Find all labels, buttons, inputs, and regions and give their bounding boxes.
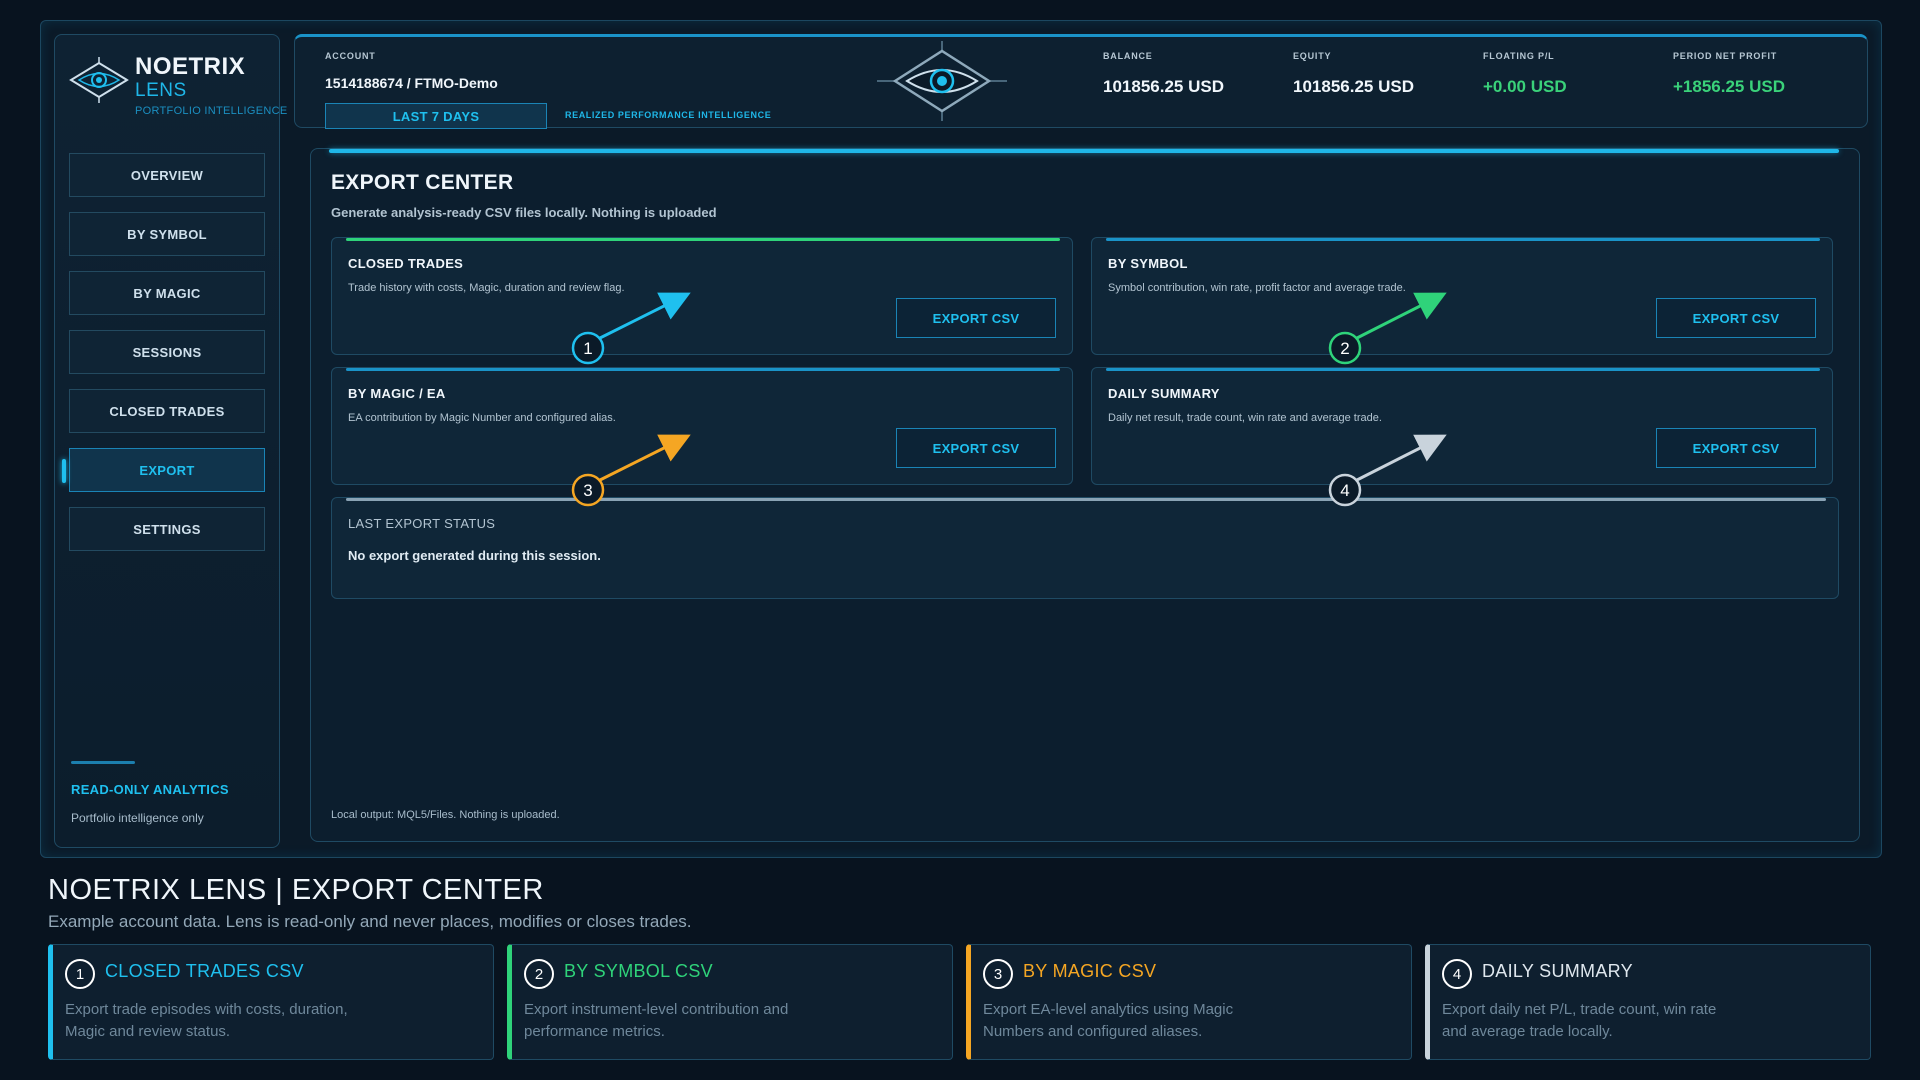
brand-tagline: PORTFOLIO INTELLIGENCE xyxy=(135,105,288,117)
sidebar-item-by-symbol[interactable]: BY SYMBOL xyxy=(69,212,265,256)
brand-subtitle: LENS xyxy=(135,80,187,101)
status-title: LAST EXPORT STATUS xyxy=(348,516,496,531)
card-description: Trade history with costs, Magic, duratio… xyxy=(348,282,625,294)
sidebar-item-export[interactable]: EXPORT xyxy=(62,448,265,492)
account-header: ACCOUNT 1514188674 / FTMO-Demo LAST 7 DA… xyxy=(294,34,1868,129)
legend-number-4: 4 xyxy=(1442,959,1472,989)
legend-card-daily-summary: 4 DAILY SUMMARY Export daily net P/L, tr… xyxy=(1425,944,1871,1060)
eye-logo-icon xyxy=(69,57,129,103)
legend-number-1: 1 xyxy=(65,959,95,989)
card-title: DAILY SUMMARY xyxy=(1108,386,1220,401)
caption-title: NOETRIX LENS | EXPORT CENTER xyxy=(48,874,544,906)
period-net-profit-value: +1856.25 USD xyxy=(1673,77,1785,96)
by-magic-card: BY MAGIC / EA EA contribution by Magic N… xyxy=(331,367,1073,485)
brand-title: NOETRIX xyxy=(135,53,246,80)
sidebar-item-closed-trades[interactable]: CLOSED TRADES xyxy=(69,389,265,433)
page-title: EXPORT CENTER xyxy=(331,171,514,194)
period-net-profit-label: PERIOD NET PROFIT xyxy=(1673,51,1778,61)
card-title: BY SYMBOL xyxy=(1108,256,1188,271)
export-closed-trades-button[interactable]: EXPORT CSV xyxy=(896,298,1056,338)
export-center-panel: EXPORT CENTER Generate analysis-ready CS… xyxy=(310,148,1860,842)
legend-card-by-magic: 3 BY MAGIC CSV Export EA-level analytics… xyxy=(966,944,1412,1060)
legend-number-2: 2 xyxy=(524,959,554,989)
legend-title: BY MAGIC CSV xyxy=(1023,961,1157,981)
card-accent-line xyxy=(346,238,1060,241)
legend-description: Export daily net P/L, trade count, win r… xyxy=(1442,1001,1717,1040)
sidebar-item-overview[interactable]: OVERVIEW xyxy=(69,153,265,197)
by-symbol-card: BY SYMBOL Symbol contribution, win rate,… xyxy=(1091,237,1833,355)
floating-pl-value: +0.00 USD xyxy=(1483,77,1567,96)
card-title: CLOSED TRADES xyxy=(348,256,464,271)
legend-title: CLOSED TRADES CSV xyxy=(105,961,304,981)
page-subtitle: Generate analysis-ready CSV files locall… xyxy=(331,205,717,220)
legend-card-by-symbol: 2 BY SYMBOL CSV Export instrument-level … xyxy=(507,944,953,1060)
account-value: 1514188674 / FTMO-Demo xyxy=(325,75,498,91)
brand-logo: NOETRIX LENS PORTFOLIO INTELLIGENCE xyxy=(63,45,287,125)
legend-description: Export EA-level analytics using Magic Nu… xyxy=(983,1001,1234,1040)
sidebar-item-sessions[interactable]: SESSIONS xyxy=(69,330,265,374)
status-accent-line xyxy=(346,498,1826,501)
legend-title: BY SYMBOL CSV xyxy=(564,961,713,981)
card-description: EA contribution by Magic Number and conf… xyxy=(348,412,616,424)
balance-label: BALANCE xyxy=(1103,51,1153,61)
sidebar-nav: OVERVIEW BY SYMBOL BY MAGIC SESSIONS CLO… xyxy=(62,153,265,566)
card-description: Daily net result, trade count, win rate … xyxy=(1108,412,1382,424)
daily-summary-card: DAILY SUMMARY Daily net result, trade co… xyxy=(1091,367,1833,485)
sidebar-footer-divider xyxy=(71,761,135,764)
closed-trades-card: CLOSED TRADES Trade history with costs, … xyxy=(331,237,1073,355)
legend-description: Export instrument-level contribution and… xyxy=(524,1001,789,1040)
export-by-magic-button[interactable]: EXPORT CSV xyxy=(896,428,1056,468)
legend-number-3: 3 xyxy=(983,959,1013,989)
intel-label: REALIZED PERFORMANCE INTELLIGENCE xyxy=(565,110,772,120)
panel-accent-line xyxy=(329,149,1839,153)
legend-card-closed-trades: 1 CLOSED TRADES CSV Export trade episode… xyxy=(48,944,494,1060)
local-output-note: Local output: MQL5/Files. Nothing is upl… xyxy=(331,809,560,821)
export-daily-summary-button[interactable]: EXPORT CSV xyxy=(1656,428,1816,468)
card-accent-line xyxy=(1106,368,1820,371)
floating-pl-label: FLOATING P/L xyxy=(1483,51,1555,61)
export-by-symbol-button[interactable]: EXPORT CSV xyxy=(1656,298,1816,338)
eye-emblem-icon xyxy=(877,41,1007,121)
card-accent-line xyxy=(346,368,1060,371)
sidebar-item-by-magic[interactable]: BY MAGIC xyxy=(69,271,265,315)
sidebar-item-settings[interactable]: SETTINGS xyxy=(69,507,265,551)
legend-description: Export trade episodes with costs, durati… xyxy=(65,1001,348,1040)
status-message: No export generated during this session. xyxy=(348,548,601,563)
date-range-button[interactable]: LAST 7 DAYS xyxy=(325,103,547,129)
sidebar-footer-title: READ-ONLY ANALYTICS xyxy=(71,782,229,797)
last-export-status-card: LAST EXPORT STATUS No export generated d… xyxy=(331,497,1839,599)
equity-label: EQUITY xyxy=(1293,51,1332,61)
equity-value: 101856.25 USD xyxy=(1293,77,1414,96)
card-accent-line xyxy=(1106,238,1820,241)
balance-value: 101856.25 USD xyxy=(1103,77,1224,96)
legend-title: DAILY SUMMARY xyxy=(1482,961,1633,981)
card-title: BY MAGIC / EA xyxy=(348,386,446,401)
caption-subtitle: Example account data. Lens is read-only … xyxy=(48,912,692,931)
sidebar: NOETRIX LENS PORTFOLIO INTELLIGENCE OVER… xyxy=(54,34,287,848)
card-description: Symbol contribution, win rate, profit fa… xyxy=(1108,282,1406,294)
sidebar-footer-subtitle: Portfolio intelligence only xyxy=(71,811,204,825)
sidebar-footer: READ-ONLY ANALYTICS Portfolio intelligen… xyxy=(71,761,271,825)
account-label: ACCOUNT xyxy=(325,51,376,61)
